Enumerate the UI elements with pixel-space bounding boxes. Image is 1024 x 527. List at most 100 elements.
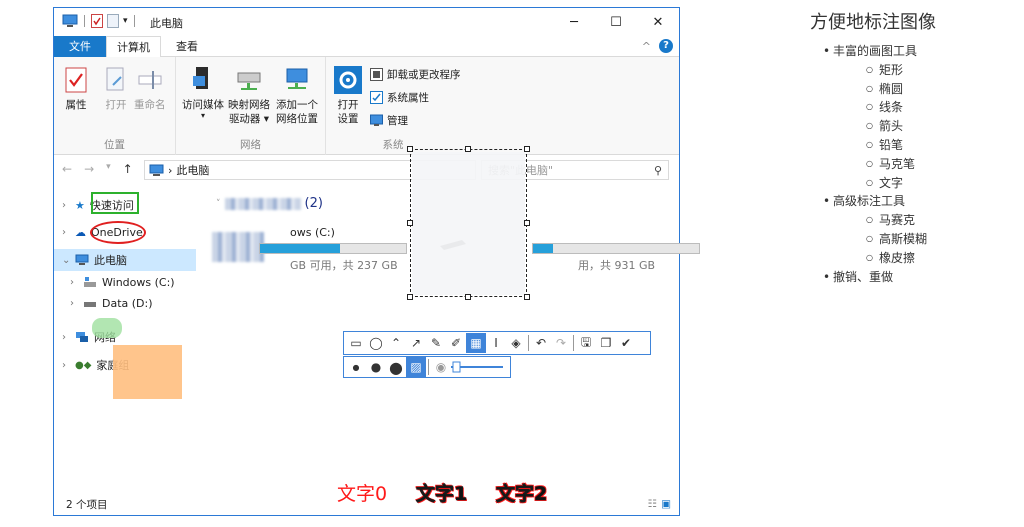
feature-subitem: 矩形 [800, 61, 1020, 80]
tab-computer[interactable]: 计算机 [106, 36, 161, 58]
network-icon [76, 332, 88, 342]
system-properties-icon [370, 91, 383, 104]
resize-handle[interactable] [465, 146, 471, 152]
text-annotation-1[interactable]: 文字1 [416, 479, 468, 506]
tab-file[interactable]: 文件 [54, 36, 106, 57]
up-button[interactable]: ↑ [123, 162, 133, 176]
drive-c-usage-bar [259, 243, 407, 254]
explorer-window: ▾ 此电脑 ─ ☐ ✕ 文件 计算机 查看 ^ ? 属性 打开 重命名 位置 访… [53, 7, 700, 516]
blur-strength-slider[interactable] [451, 361, 503, 373]
open-button[interactable]: 打开 [102, 65, 130, 112]
copy-icon[interactable]: ❐ [596, 333, 616, 353]
title-bar: ▾ 此电脑 ─ ☐ ✕ [54, 8, 679, 36]
rectangle-tool-icon[interactable]: ▭ [346, 333, 366, 353]
forward-button[interactable]: → [84, 162, 94, 176]
search-icon: ⚲ [653, 163, 662, 177]
access-media-button[interactable]: 访问媒体 ▾ [182, 65, 224, 120]
drive-icon [84, 302, 96, 307]
help-icon[interactable]: ? [659, 39, 673, 53]
ellipse-tool-icon[interactable]: ◯ [366, 333, 386, 353]
gaussian-blur-mode-icon[interactable]: ▨ [406, 357, 426, 377]
resize-handle[interactable] [524, 294, 530, 300]
properties-check-icon[interactable] [91, 14, 103, 28]
feature-subitem: 橡皮擦 [800, 249, 1020, 268]
ribbon-group-label: 网络 [240, 139, 261, 151]
system-properties-button[interactable]: 系统属性 [370, 90, 429, 105]
computer-icon [75, 254, 89, 265]
arrow-tool-icon[interactable]: ↗ [406, 333, 426, 353]
details-view-icon[interactable]: ☷ [648, 498, 657, 510]
eraser-tool-icon[interactable]: ◈ [506, 333, 526, 353]
resize-handle[interactable] [407, 294, 413, 300]
mosaic-tool-icon[interactable]: ▦ [466, 333, 486, 353]
feature-subitem: 高斯模糊 [800, 230, 1020, 249]
back-button[interactable]: ← [62, 162, 72, 176]
marker-tool-icon[interactable]: ✐ [446, 333, 466, 353]
blur-strength-icon: ◉ [435, 360, 447, 374]
undo-icon[interactable]: ↶ [531, 333, 551, 353]
uninstall-icon [370, 68, 383, 81]
large-icons-view-icon[interactable]: ▣ [661, 498, 671, 510]
pencil-tool-icon[interactable]: ✎ [426, 333, 446, 353]
devices-group-header[interactable]: ˅ (2) [216, 196, 323, 211]
mosaic-region [224, 197, 301, 210]
properties-button[interactable]: 属性 [62, 65, 90, 112]
text-tool-icon[interactable]: I [486, 333, 506, 353]
collapse-ribbon-icon[interactable]: ^ [642, 40, 651, 53]
text-annotation-2[interactable]: 文字2 [496, 479, 548, 506]
drive-item-c[interactable]: ows (C:) GB 可用，共 237 GB [212, 226, 412, 272]
small-brush-icon[interactable]: ● [346, 357, 366, 377]
resize-handle[interactable] [407, 220, 413, 226]
window-title: 此电脑 [150, 17, 183, 30]
redo-icon[interactable]: ↷ [551, 333, 571, 353]
capture-selection[interactable] [410, 149, 527, 297]
save-icon[interactable]: 🖫 [576, 333, 596, 353]
uninstall-program-button[interactable]: 卸载或更改程序 [370, 67, 461, 82]
sidebar-item-windows-c[interactable]: › Windows (C:) [54, 271, 196, 293]
open-icon [106, 67, 124, 91]
feature-subitem: 椭圆 [800, 80, 1020, 99]
resize-handle[interactable] [465, 294, 471, 300]
text-annotation-0[interactable]: 文字0 [337, 479, 387, 506]
settings-gear-icon [334, 66, 362, 94]
resize-handle[interactable] [524, 220, 530, 226]
tab-view[interactable]: 查看 [166, 36, 208, 57]
feature-item: 丰富的画图工具 [800, 42, 1020, 61]
marker-annotation[interactable] [92, 318, 122, 338]
resize-handle[interactable] [407, 146, 413, 152]
feature-subitem: 铅笔 [800, 136, 1020, 155]
manage-button[interactable]: 管理 [370, 113, 408, 128]
properties-icon [65, 67, 87, 93]
breadcrumb-path[interactable]: 此电脑 [176, 162, 209, 178]
new-folder-icon[interactable] [107, 14, 119, 28]
customize-qat-icon[interactable]: ▾ [123, 16, 128, 26]
add-network-location-button[interactable]: 添加一个 网络位置 [276, 65, 318, 126]
large-brush-icon[interactable]: ● [386, 357, 406, 377]
ribbon: 属性 打开 重命名 位置 访问媒体 ▾ 映射网络 驱动器 ▾ 添加一个 网络位置… [54, 57, 679, 155]
rename-button[interactable]: 重命名 [134, 65, 166, 112]
close-button[interactable]: ✕ [637, 8, 679, 36]
brush-size-toolbar: ● ● ● ▨ ◉ [343, 356, 511, 378]
ellipse-annotation[interactable] [90, 221, 146, 244]
line-tool-icon[interactable]: ⌃ [386, 333, 406, 353]
highlight-rect-annotation[interactable] [113, 345, 182, 399]
feature-title: 方便地标注图像 [810, 12, 936, 33]
rectangle-annotation[interactable] [91, 192, 139, 214]
minimize-button[interactable]: ─ [553, 8, 595, 36]
map-network-drive-button[interactable]: 映射网络 驱动器 ▾ [228, 65, 270, 126]
feature-subitem: 箭头 [800, 117, 1020, 136]
open-settings-button[interactable]: 打开 设置 [334, 65, 362, 126]
address-bar-row: ← → ▾ ↑ › 此电脑 搜索"此电脑" ⚲ [54, 158, 679, 182]
ribbon-group-system: 打开 设置 卸载或更改程序 系统属性 管理 系统 [326, 57, 488, 155]
feature-item: 撤销、重做 [800, 268, 1020, 287]
recent-locations-button[interactable]: ▾ [106, 162, 111, 176]
item-count: 2 个项目 [66, 498, 108, 511]
medium-brush-icon[interactable]: ● [366, 357, 386, 377]
feature-item: 高级标注工具 [800, 192, 1020, 211]
sidebar-item-data-d[interactable]: › Data (D:) [54, 292, 196, 314]
resize-handle[interactable] [524, 146, 530, 152]
confirm-icon[interactable]: ✔ [616, 333, 636, 353]
sidebar-item-this-pc[interactable]: ⌄ 此电脑 [54, 249, 196, 271]
collapse-chevron-icon: ˅ [216, 198, 221, 209]
maximize-button[interactable]: ☐ [595, 8, 637, 36]
